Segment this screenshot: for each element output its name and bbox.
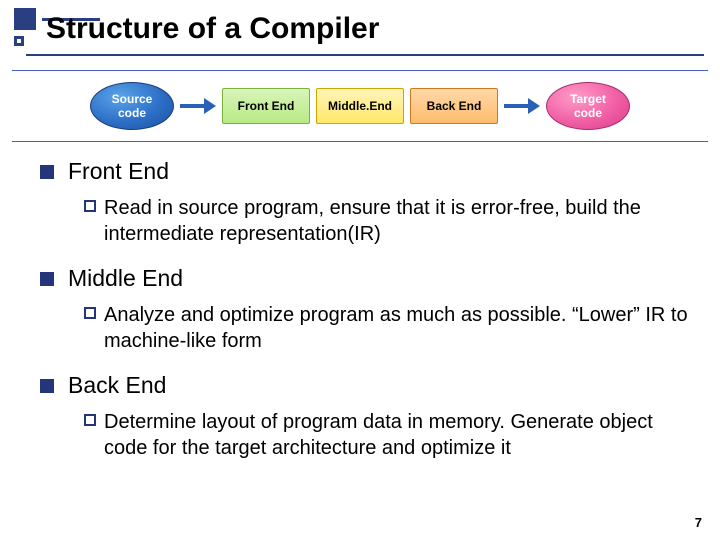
section-front-end: Front End Read in source program, ensure… (40, 158, 696, 247)
subitem-text: Read in source program, ensure that it i… (104, 195, 696, 247)
section-heading: Back End (40, 372, 696, 399)
section-heading-text: Middle End (68, 265, 183, 292)
title-underline (26, 54, 704, 56)
target-code-node: Target code (546, 82, 630, 130)
section-middle-end: Middle End Analyze and optimize program … (40, 265, 696, 354)
section-heading: Middle End (40, 265, 696, 292)
hollow-square-bullet-icon (84, 200, 96, 212)
hollow-square-bullet-icon (84, 307, 96, 319)
subitem-text: Analyze and optimize program as much as … (104, 302, 696, 354)
square-bullet-icon (40, 379, 54, 393)
section-back-end: Back End Determine layout of program dat… (40, 372, 696, 461)
back-end-node: Back End (410, 88, 498, 124)
section-heading: Front End (40, 158, 696, 185)
page-number: 7 (695, 515, 702, 530)
section-subitem: Read in source program, ensure that it i… (84, 195, 696, 247)
hollow-square-bullet-icon (84, 414, 96, 426)
subitem-text: Determine layout of program data in memo… (104, 409, 696, 461)
section-heading-text: Front End (68, 158, 169, 185)
square-bullet-icon (40, 272, 54, 286)
square-bullet-icon (40, 165, 54, 179)
front-end-node: Front End (222, 88, 310, 124)
page-title: Structure of a Compiler (46, 12, 379, 46)
source-code-node: Source code (90, 82, 174, 130)
section-subitem: Analyze and optimize program as much as … (84, 302, 696, 354)
arrow-icon (504, 98, 540, 114)
content-body: Front End Read in source program, ensure… (40, 158, 696, 479)
middle-end-node: Middle.End (316, 88, 404, 124)
section-subitem: Determine layout of program data in memo… (84, 409, 696, 461)
section-heading-text: Back End (68, 372, 166, 399)
compiler-pipeline-diagram: Source code Front End Middle.End Back En… (12, 70, 708, 142)
arrow-icon (180, 98, 216, 114)
